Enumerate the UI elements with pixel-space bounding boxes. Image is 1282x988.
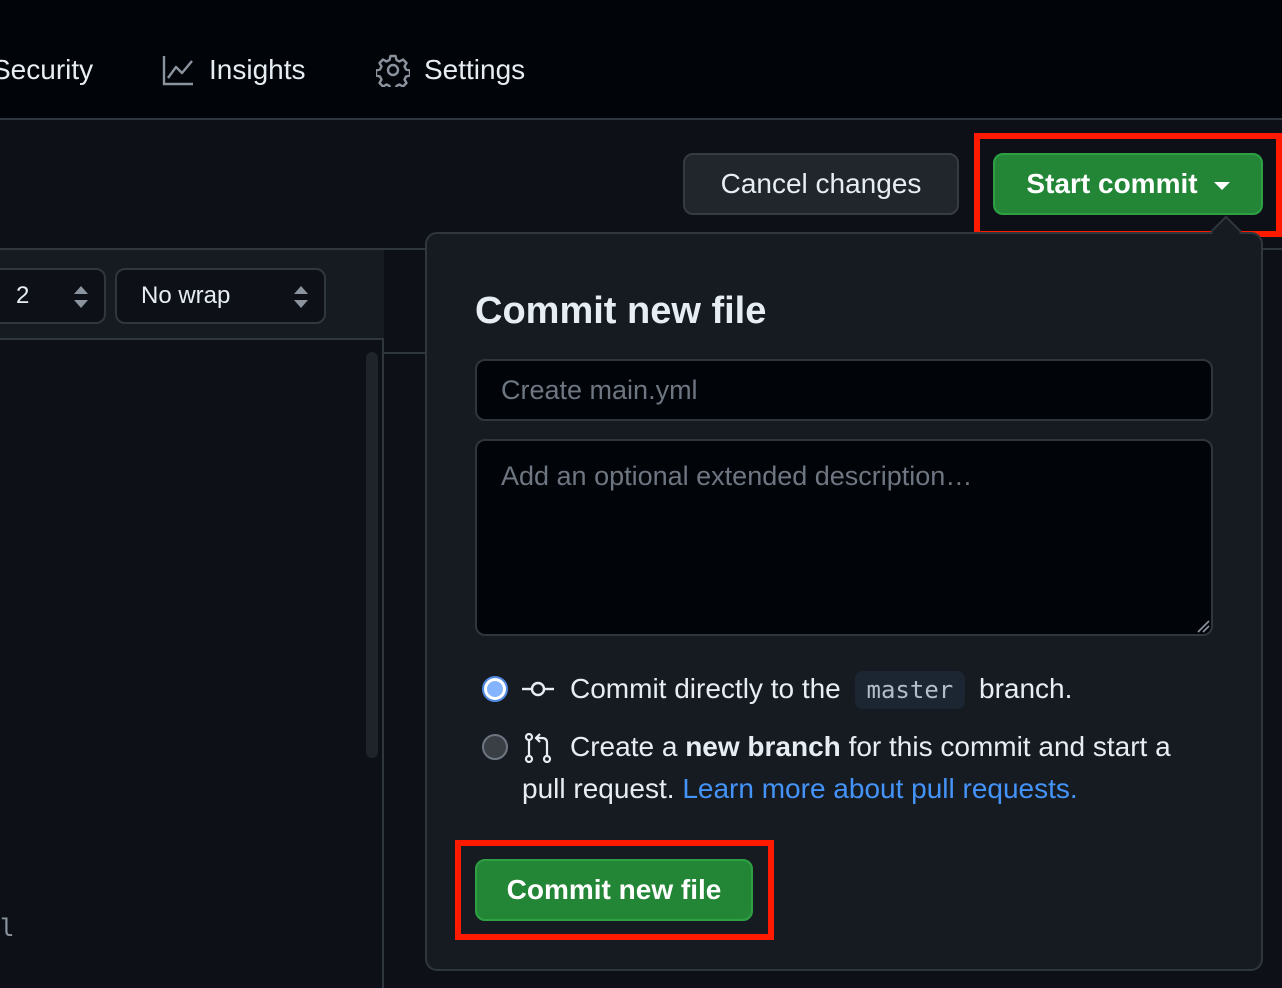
editor-settings-bar: 2 No wrap (0, 250, 384, 340)
gear-icon (376, 53, 410, 87)
indent-size-value: 2 (16, 282, 30, 309)
option-new-branch-line2-text: pull request. (522, 773, 675, 804)
tab-security[interactable]: Security (0, 50, 93, 90)
git-commit-icon (522, 677, 554, 706)
repo-nav: Security Insights Settings (0, 0, 1282, 120)
option-new-branch-suffix: for this commit and start a (848, 731, 1171, 762)
commit-new-file-button[interactable]: Commit new file (475, 859, 753, 921)
wrap-mode-value: No wrap (141, 282, 231, 309)
tab-settings-label: Settings (424, 54, 526, 85)
indent-size-select[interactable]: 2 (0, 268, 106, 324)
code-editor[interactable] (0, 250, 384, 988)
commit-summary-input[interactable] (475, 359, 1213, 421)
commit-description-textarea[interactable] (475, 439, 1213, 636)
option-direct-prefix: Commit directly to the (570, 673, 841, 704)
start-commit-label: Start commit (1026, 168, 1198, 199)
branch-name: master (854, 671, 966, 709)
radio-commit-direct[interactable] (482, 676, 508, 702)
option-new-branch-text: Create a new branch for this commit and … (570, 726, 1210, 768)
cancel-changes-button[interactable]: Cancel changes (683, 153, 959, 215)
resize-grip-icon[interactable] (1196, 619, 1210, 633)
select-arrows-icon (294, 286, 308, 308)
dialog-title: Commit new file (475, 290, 767, 332)
wrap-mode-select[interactable]: No wrap (115, 268, 326, 324)
option-direct-text: Commit directly to the master branch. (570, 668, 1072, 710)
tab-security-label: Security (0, 54, 94, 85)
editor-scrollbar[interactable] (366, 352, 378, 758)
git-pull-request-icon (524, 732, 552, 768)
option-new-branch-bold: new branch (685, 731, 841, 762)
select-arrows-icon (74, 286, 88, 308)
option-new-branch-prefix: Create a (570, 731, 678, 762)
option-direct-suffix: branch. (979, 673, 1073, 704)
code-line: l (0, 914, 15, 942)
graph-icon (161, 53, 195, 87)
tab-insights-label: Insights (209, 54, 306, 85)
start-commit-button[interactable]: Start commit (993, 153, 1263, 215)
radio-new-branch[interactable] (482, 734, 508, 760)
tab-settings[interactable]: Settings (376, 50, 525, 90)
option-new-branch-line2: pull request. Learn more about pull requ… (522, 768, 1078, 810)
learn-more-pull-requests-link[interactable]: Learn more about pull requests. (682, 773, 1077, 804)
caret-down-icon (1213, 182, 1230, 190)
tab-insights[interactable]: Insights (161, 50, 306, 90)
